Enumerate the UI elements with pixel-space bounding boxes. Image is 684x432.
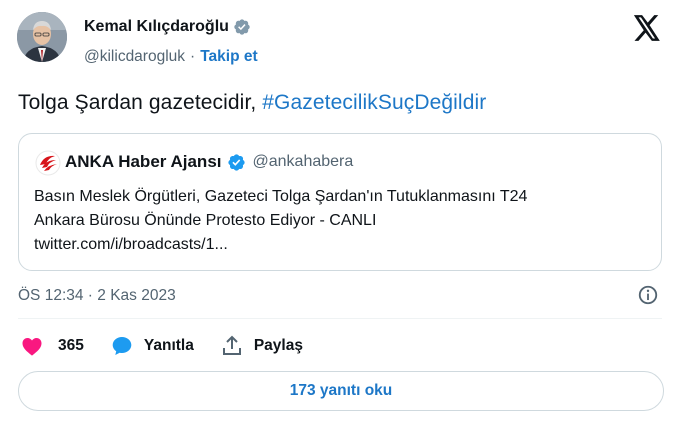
verified-blue-icon: [227, 153, 245, 171]
author-avatar-image: [17, 12, 67, 62]
tweet-timestamp[interactable]: ÖS 12:34 · 2 Kas 2023: [18, 287, 176, 305]
quoted-author-name: ANKA Haber Ajansı: [65, 152, 222, 171]
divider-top: [18, 318, 662, 319]
author-handle[interactable]: @kilicdarogluk: [84, 48, 185, 66]
quoted-link[interactable]: twitter.com/i/broadcasts/1...: [34, 233, 644, 257]
reply-button[interactable]: Yanıtla: [110, 334, 194, 358]
heart-icon: [22, 338, 42, 356]
handle-row: @kilicdarogluk · Takip et: [84, 48, 258, 66]
quoted-line-2: Ankara Bürosu Önünde Protesto Ediyor - C…: [34, 212, 377, 229]
like-button[interactable]: 365: [20, 334, 84, 358]
author-name[interactable]: Kemal Kılıçdaroğlu: [84, 18, 229, 36]
tweet-body: Tolga Şardan gazetecidir,: [18, 91, 263, 114]
x-logo-icon[interactable]: [633, 15, 661, 41]
info-icon[interactable]: [637, 284, 659, 306]
quoted-line-1: Basın Meslek Örgütleri, Gazeteci Tolga Ş…: [34, 188, 528, 205]
hashtag-link[interactable]: #GazetecilikSuçDeğildir: [262, 91, 486, 114]
author-avatar[interactable]: [17, 12, 67, 62]
tweet-text: Tolga Şardan gazetecidir, #GazetecilikSu…: [18, 91, 486, 115]
quoted-author-handle: @ankahabera: [252, 153, 354, 170]
quoted-tweet-text: Basın Meslek Örgütleri, Gazeteci Tolga Ş…: [34, 185, 644, 257]
share-button[interactable]: Paylaş: [220, 334, 303, 358]
like-count: 365: [58, 337, 84, 354]
follow-button[interactable]: Takip et: [200, 48, 257, 66]
share-icon: [222, 335, 241, 355]
share-label: Paylaş: [253, 337, 303, 354]
comment-icon: [112, 337, 132, 355]
author-name-row[interactable]: Kemal Kılıçdaroğlu: [84, 18, 251, 36]
separator-dot: ·: [190, 48, 196, 65]
verified-gray-icon: [234, 19, 250, 35]
anka-logo-icon: [35, 150, 61, 176]
reply-label: Yanıtla: [143, 337, 194, 354]
quoted-tweet-card[interactable]: ANKA Haber Ajansı @ankahabera Basın Mesl…: [18, 133, 662, 271]
action-bar: 365 Yanıtla Paylaş: [20, 334, 329, 358]
quoted-author-row: ANKA Haber Ajansı @ankahabera: [65, 152, 353, 172]
read-replies-button[interactable]: 173 yanıtı oku: [18, 371, 664, 411]
